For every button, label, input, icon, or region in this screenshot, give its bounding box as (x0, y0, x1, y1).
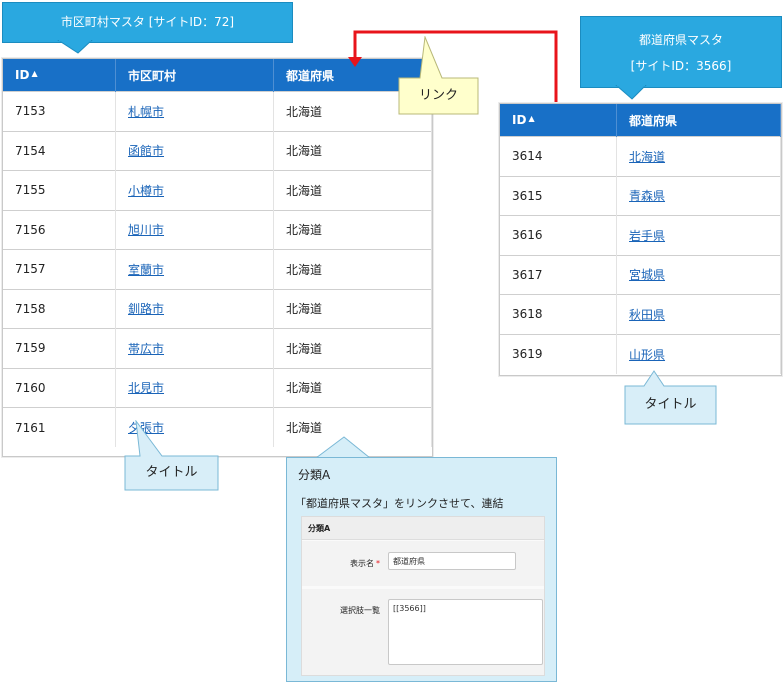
city-cell[interactable]: 北見市 (115, 367, 274, 408)
settings-form: 分類A 表示名 * 都道府県 選択肢一覧 [[3566]] (301, 516, 545, 676)
required-mark: * (376, 559, 380, 568)
prefecture-link[interactable]: 宮城県 (629, 268, 665, 282)
table-row[interactable]: 7155 小樽市 北海道 (3, 170, 432, 210)
display-name-input[interactable]: 都道府県 (388, 552, 516, 570)
prefecture-cell[interactable]: 秋田県 (616, 294, 781, 334)
prefecture-cell: 北海道 (273, 328, 432, 368)
id-cell: 3619 (500, 333, 617, 374)
city-link[interactable]: 小樽市 (128, 184, 164, 198)
settings-panel-description: 「都道府県マスタ」をリンクさせて、連結 (295, 497, 504, 510)
prefecture-cell: 北海道 (273, 288, 432, 329)
city-link[interactable]: 北見市 (128, 381, 164, 395)
prefecture-cell[interactable]: 宮城県 (616, 254, 781, 295)
right-table-title-callout: 都道府県マスタ [サイトID：3566] (580, 16, 782, 88)
table-row[interactable]: 3614 北海道 (500, 136, 781, 176)
prefecture-link[interactable]: 秋田県 (629, 308, 665, 322)
table-row[interactable]: 3617 宮城県 (500, 254, 781, 295)
id-cell: 7159 (3, 328, 116, 368)
prefecture-cell: 北海道 (273, 367, 432, 408)
city-cell[interactable]: 帯広市 (115, 328, 274, 368)
id-cell: 3615 (500, 175, 617, 216)
city-link[interactable]: 室蘭市 (128, 263, 164, 277)
table-row[interactable]: 7157 室蘭市 北海道 (3, 249, 432, 289)
column-header-id[interactable]: ID ▲ (500, 104, 617, 137)
table-row[interactable]: 3616 岩手県 (500, 215, 781, 255)
id-cell: 3616 (500, 215, 617, 255)
id-cell: 3618 (500, 294, 617, 334)
city-link[interactable]: 釧路市 (128, 302, 164, 316)
id-cell: 7154 (3, 130, 116, 171)
table-row[interactable]: 3619 山形県 (500, 333, 781, 374)
display-name-label: 表示名 * (350, 559, 380, 568)
city-cell[interactable]: 小樽市 (115, 170, 274, 210)
table-row[interactable]: 7159 帯広市 北海道 (3, 328, 432, 368)
table-header-row: ID ▲ 都道府県 (500, 104, 781, 137)
city-cell[interactable]: 旭川市 (115, 209, 274, 250)
id-cell: 7158 (3, 288, 116, 329)
city-cell[interactable]: 札幌市 (115, 91, 274, 131)
prefecture-link[interactable]: 北海道 (629, 150, 665, 164)
prefecture-link[interactable]: 青森県 (629, 189, 665, 203)
table-row[interactable]: 7154 函館市 北海道 (3, 130, 432, 171)
column-header-prefecture[interactable]: 都道府県 (616, 104, 781, 137)
id-cell: 7155 (3, 170, 116, 210)
id-cell: 7157 (3, 249, 116, 289)
city-cell[interactable]: 釧路市 (115, 288, 274, 329)
column-header-id[interactable]: ID ▲ (3, 59, 116, 92)
prefecture-link[interactable]: 岩手県 (629, 229, 665, 243)
settings-panel-heading: 分類A (298, 468, 331, 482)
right-table-site-id: [サイトID：3566] (630, 59, 732, 73)
city-cell[interactable]: 室蘭市 (115, 249, 274, 289)
prefecture-link[interactable]: 山形県 (629, 348, 665, 362)
prefecture-cell: 北海道 (273, 209, 432, 250)
table-header-row: ID ▲ 市区町村 都道府県 (3, 59, 432, 92)
id-cell: 3617 (500, 254, 617, 295)
city-link[interactable]: 函館市 (128, 144, 164, 158)
table-row[interactable]: 7160 北見市 北海道 (3, 367, 432, 408)
sort-asc-icon: ▲ (31, 69, 38, 78)
left-callout-pointer (57, 40, 93, 54)
id-cell: 7161 (3, 407, 116, 447)
prefecture-cell[interactable]: 山形県 (616, 333, 781, 374)
sort-asc-icon: ▲ (528, 114, 535, 123)
table-row[interactable]: 7156 旭川市 北海道 (3, 209, 432, 250)
choices-label: 選択肢一覧 (340, 606, 380, 615)
city-link[interactable]: 札幌市 (128, 105, 164, 119)
city-link[interactable]: 旭川市 (128, 223, 164, 237)
city-link[interactable]: 帯広市 (128, 342, 164, 356)
link-label: リンク (418, 88, 458, 103)
right-table-title: 都道府県マスタ (638, 33, 723, 47)
id-cell: 7160 (3, 367, 116, 408)
table-row[interactable]: 3615 青森県 (500, 175, 781, 216)
title-label-right: タイトル (644, 397, 697, 412)
id-cell: 7153 (3, 91, 116, 131)
id-cell: 7156 (3, 209, 116, 250)
right-callout-pointer (615, 85, 647, 100)
prefecture-cell[interactable]: 青森県 (616, 175, 781, 216)
choices-textarea[interactable]: [[3566]] (388, 599, 543, 665)
prefecture-cell[interactable]: 北海道 (616, 136, 781, 176)
table-row[interactable]: 7153 札幌市 北海道 (3, 91, 432, 131)
prefecture-cell: 北海道 (273, 130, 432, 171)
form-section-title: 分類A (308, 524, 331, 533)
table-row[interactable]: 3618 秋田県 (500, 294, 781, 334)
prefecture-master-table: ID ▲ 都道府県 3614 北海道 3615 青森県 3616 岩手県 3617 宮城県 361… (499, 103, 782, 376)
settings-panel: 分類A 「都道府県マスタ」をリンクさせて、連結 分類A 表示名 * 都道府県 選択… (286, 457, 557, 682)
left-table-title-callout: 市区町村マスタ [サイトID：72] (2, 2, 293, 43)
city-master-table: ID ▲ 市区町村 都道府県 7153 札幌市 北海道 7154 函館市 北海道 7155 小樽… (2, 58, 433, 457)
prefecture-cell[interactable]: 岩手県 (616, 215, 781, 255)
left-table-title: 市区町村マスタ [サイトID：72] (60, 15, 235, 29)
id-cell: 3614 (500, 136, 617, 176)
table-row[interactable]: 7158 釧路市 北海道 (3, 288, 432, 329)
city-cell[interactable]: 函館市 (115, 130, 274, 171)
column-header-city[interactable]: 市区町村 (115, 59, 274, 92)
prefecture-cell: 北海道 (273, 249, 432, 289)
prefecture-cell: 北海道 (273, 170, 432, 210)
title-label-left: タイトル (145, 465, 198, 480)
